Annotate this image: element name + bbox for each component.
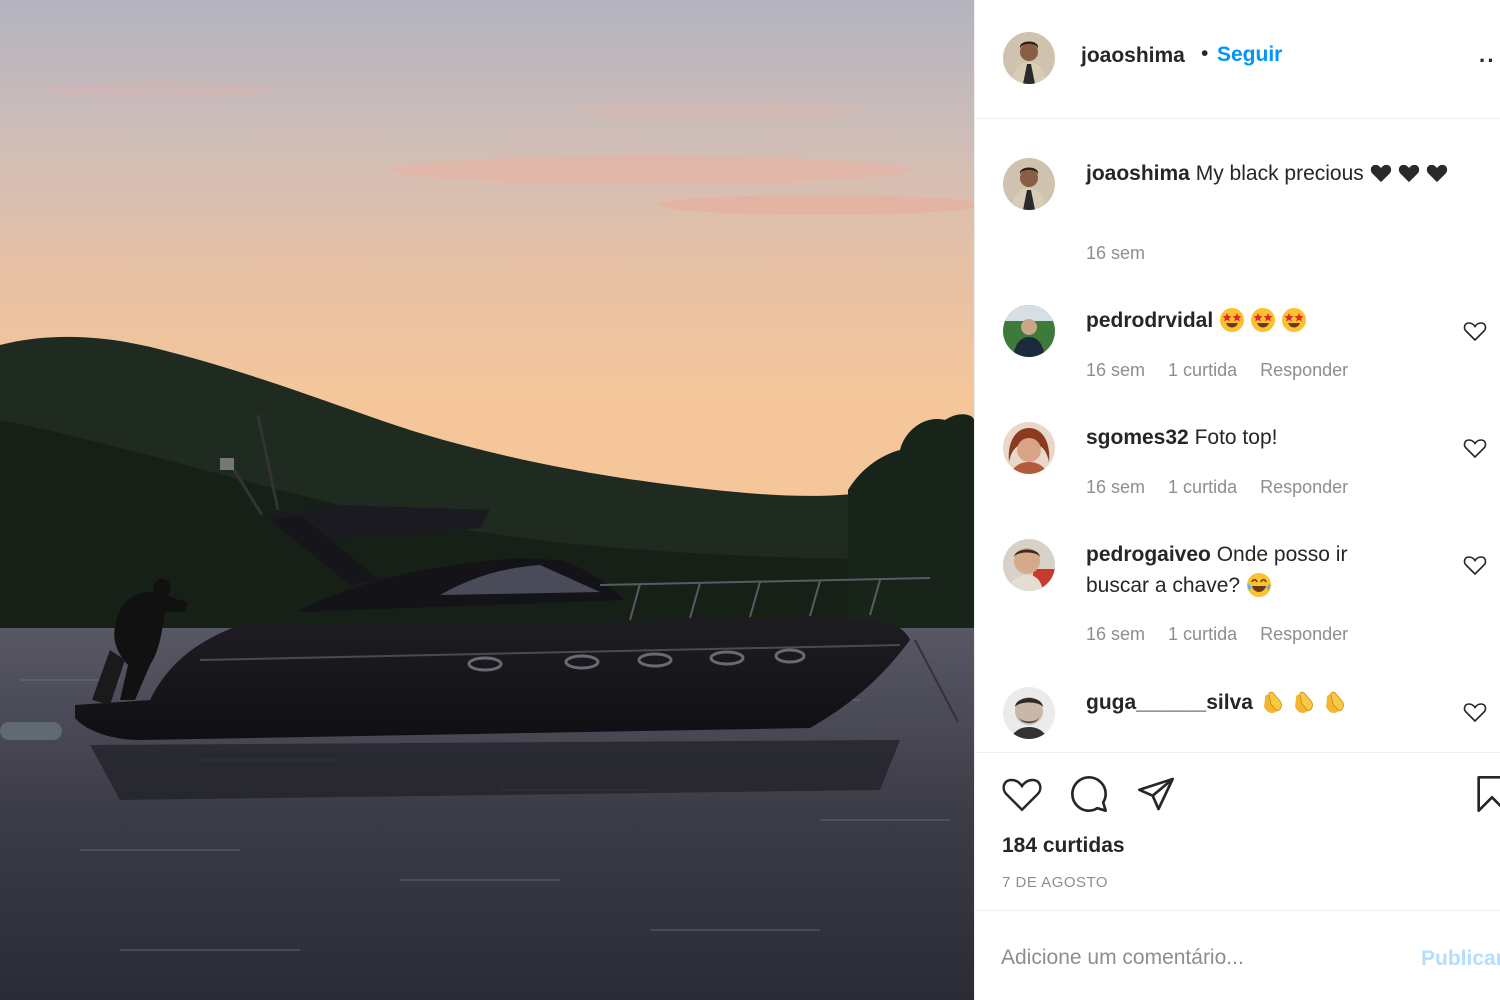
caption-timestamp[interactable]: 16 sem: [1086, 243, 1145, 264]
tears-of-joy-emoji-icon: [1246, 573, 1271, 597]
post-side-panel: joaoshima • Seguir ·· joaoshima My black…: [974, 0, 1500, 1000]
comment-timestamp[interactable]: 16 sem: [1086, 360, 1145, 380]
clapping-hands-emoji-icon: [1325, 691, 1344, 713]
commenter-avatar[interactable]: [1003, 539, 1055, 591]
caption-author-avatar[interactable]: [1003, 158, 1055, 210]
commenter-avatar[interactable]: [1003, 305, 1055, 357]
caption-username[interactable]: joaoshima: [1086, 162, 1190, 185]
comment-input[interactable]: [1001, 946, 1401, 970]
author-username[interactable]: joaoshima: [1081, 44, 1185, 68]
star-struck-emoji-icon: [1220, 308, 1245, 332]
black-heart-icon: [1370, 164, 1391, 183]
post-header: joaoshima • Seguir ··: [975, 0, 1500, 119]
commenter-username[interactable]: guga______silva: [1086, 691, 1253, 714]
heart-outline-icon[interactable]: [1463, 320, 1487, 342]
separator-dot: •: [1201, 42, 1209, 65]
comment-meta: 16 sem 1 curtida Responder: [1086, 624, 1366, 645]
star-struck-emoji-icon: [1282, 308, 1307, 332]
add-comment-bar: Publicar: [975, 910, 1500, 1000]
yacht-sunset-image: [0, 0, 974, 1000]
black-heart-icon: [1426, 164, 1447, 183]
comment-like-count[interactable]: 1 curtida: [1168, 477, 1237, 497]
likes-count[interactable]: 184 curtidas: [1002, 834, 1125, 858]
caption-text: My black precious: [1195, 162, 1364, 185]
share-paper-plane-icon[interactable]: [1135, 774, 1177, 814]
comment-timestamp[interactable]: 16 sem: [1086, 477, 1145, 497]
comment-text: pedrodrvidal: [1086, 305, 1406, 336]
clapping-hands-emoji-icon: [1263, 691, 1282, 713]
commenter-avatar[interactable]: [1003, 687, 1055, 739]
publish-button[interactable]: Publicar: [1421, 947, 1500, 971]
comment-like-count[interactable]: 1 curtida: [1168, 624, 1237, 644]
reply-button[interactable]: Responder: [1260, 624, 1348, 644]
comment-body: Foto top!: [1194, 426, 1278, 449]
heart-outline-icon[interactable]: [1463, 437, 1487, 459]
reply-button[interactable]: Responder: [1260, 360, 1348, 380]
comment-text: pedrogaiveo Onde posso ir buscar a chave…: [1086, 539, 1406, 601]
commenter-avatar[interactable]: [1003, 422, 1055, 474]
comment-like-count[interactable]: 1 curtida: [1168, 360, 1237, 380]
comment-timestamp[interactable]: 16 sem: [1086, 624, 1145, 644]
follow-button[interactable]: Seguir: [1217, 43, 1282, 67]
comment-meta: 16 sem 1 curtida Responder: [1086, 477, 1366, 498]
post-photo[interactable]: [0, 0, 974, 1000]
heart-outline-icon[interactable]: [1463, 701, 1487, 723]
commenter-username[interactable]: pedrodrvidal: [1086, 309, 1213, 332]
post-caption: joaoshima My black precious: [1086, 158, 1466, 189]
more-options-icon[interactable]: ··: [1479, 48, 1496, 74]
comment-bubble-icon[interactable]: [1068, 774, 1110, 814]
post-date[interactable]: 7 DE AGOSTO: [1002, 874, 1108, 891]
like-heart-icon[interactable]: [1001, 774, 1043, 814]
author-avatar[interactable]: [1003, 32, 1055, 84]
black-heart-icon: [1398, 164, 1419, 183]
clapping-hands-emoji-icon: [1294, 691, 1313, 713]
reply-button[interactable]: Responder: [1260, 477, 1348, 497]
commenter-username[interactable]: pedrogaiveo: [1086, 543, 1211, 566]
comment-text: sgomes32 Foto top!: [1086, 422, 1406, 453]
post-actions: 184 curtidas 7 DE AGOSTO: [975, 752, 1500, 912]
comment-meta: 16 sem 1 curtida Responder: [1086, 360, 1366, 381]
heart-outline-icon[interactable]: [1463, 554, 1487, 576]
star-struck-emoji-icon: [1251, 308, 1276, 332]
commenter-username[interactable]: sgomes32: [1086, 426, 1189, 449]
bookmark-icon[interactable]: [1471, 774, 1500, 814]
comment-text: guga______silva: [1086, 687, 1406, 718]
